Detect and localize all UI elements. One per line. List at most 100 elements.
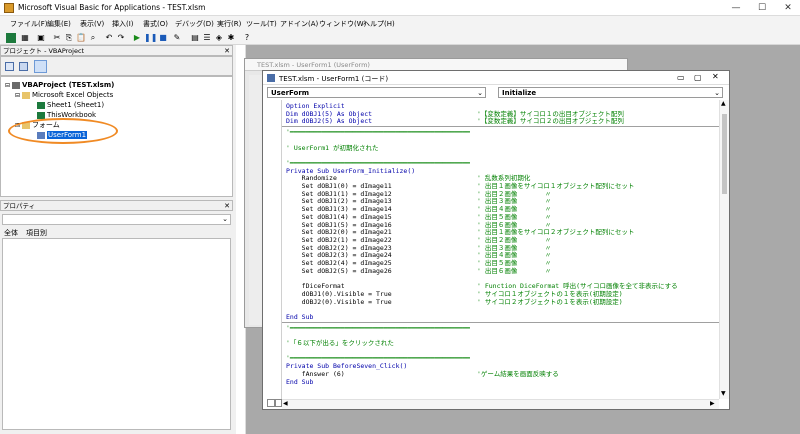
- menu-format[interactable]: 書式(O): [143, 19, 168, 29]
- project-explorer-icon[interactable]: ▤: [190, 33, 200, 43]
- copy-icon[interactable]: ⎘: [64, 33, 74, 43]
- code-line[interactable]: End Sub: [286, 378, 313, 386]
- properties-panel-header: プロパティ ✕: [0, 200, 233, 211]
- minimize-button[interactable]: —: [724, 0, 748, 16]
- userform-window-title: TEST.xlsm - UserForm1 (UserForm): [257, 61, 370, 69]
- cut-icon[interactable]: ✂: [52, 33, 62, 43]
- procedure-separator: [282, 126, 719, 128]
- menu-debug[interactable]: デバッグ(D): [175, 19, 214, 29]
- close-icon[interactable]: ✕: [712, 72, 719, 81]
- scroll-thumb[interactable]: [722, 114, 727, 194]
- code-line[interactable]: dOBJ2(0).Visible = True: [286, 298, 392, 306]
- menu-help[interactable]: ヘルプ(H): [363, 19, 395, 29]
- view-code-icon[interactable]: [5, 62, 14, 71]
- menu-tools[interactable]: ツール(T): [246, 19, 277, 29]
- menu-edit[interactable]: 編集(E): [47, 19, 71, 29]
- horizontal-scrollbar[interactable]: ◀ ▶: [282, 399, 719, 409]
- properties-panel-title: プロパティ: [3, 202, 36, 210]
- break-icon[interactable]: ❚❚: [144, 33, 157, 43]
- scroll-up-icon[interactable]: ▲: [721, 100, 726, 107]
- redo-icon[interactable]: ↷: [116, 33, 126, 43]
- code-comment: 'ゲーム結果を画面反映する: [477, 369, 559, 378]
- scroll-left-icon[interactable]: ◀: [283, 400, 288, 407]
- tree-item-vbaproject[interactable]: ⊟ VBAProject (TEST.xlsm): [5, 80, 114, 90]
- window-title: Microsoft Visual Basic for Applications …: [18, 3, 206, 12]
- toolbox-icon[interactable]: ✱: [226, 33, 236, 43]
- menu-file[interactable]: ファイル(F): [10, 19, 48, 29]
- help-icon[interactable]: ?: [242, 33, 252, 43]
- undo-icon[interactable]: ↶: [104, 33, 114, 43]
- procedure-separator: [282, 321, 719, 323]
- properties-panel: プロパティ ✕ ⌄ 全体 項目別: [0, 200, 233, 434]
- code-comment: ' 出目６画像 〃: [477, 266, 552, 275]
- code-line[interactable]: Dim dOBJ2(5) As Object: [286, 117, 372, 125]
- code-window-title: TEST.xlsm - UserForm1 (コード): [279, 75, 389, 83]
- excel-view-icon[interactable]: [6, 33, 16, 43]
- code-editor[interactable]: Option Explicit Dim dOBJ1(5) As Object '【変…: [282, 100, 719, 399]
- procedure-view-icon[interactable]: [267, 399, 275, 407]
- chevron-down-icon: ⌄: [222, 215, 228, 223]
- title-bar: Microsoft Visual Basic for Applications …: [0, 0, 800, 16]
- standard-toolbar: ▦ ▣ ✂ ⎘ 📋 ⌕ ↶ ↷ ▶ ❚❚ ■ ✎ ▤ ☰ ◈ ✱ ?: [0, 31, 800, 45]
- object-select[interactable]: ⌄: [2, 214, 231, 225]
- insert-userform-icon[interactable]: ▦: [20, 33, 30, 43]
- menu-run[interactable]: 実行(R): [217, 19, 241, 29]
- code-text: End Sub: [286, 312, 314, 321]
- maximize-button[interactable]: ☐: [750, 0, 774, 16]
- code-text: Set dOBJ2(5) = dImage26: [286, 266, 392, 275]
- code-line[interactable]: '「６以下が出る」をクリックされた: [286, 339, 394, 347]
- find-icon[interactable]: ⌕: [88, 33, 98, 43]
- code-text: '━━━━━━━━━━━━━━━━━━━━━━━━━━━━━━━━━━━━━━━…: [286, 323, 470, 332]
- properties-grid[interactable]: [2, 238, 231, 430]
- full-module-view-icon[interactable]: [275, 399, 282, 407]
- vertical-scrollbar[interactable]: ▲ ▼: [719, 100, 729, 399]
- procedure-combo[interactable]: Initialize ⌄: [498, 87, 723, 98]
- tree-item-excel-objects[interactable]: ⊟ Microsoft Excel Objects: [15, 90, 113, 100]
- chevron-down-icon: ⌄: [477, 89, 483, 97]
- toggle-folders-icon[interactable]: [34, 60, 47, 73]
- code-line[interactable]: '━━━━━━━━━━━━━━━━━━━━━━━━━━━━━━━━━━━━━━━…: [286, 324, 470, 332]
- project-panel-header: プロジェクト - VBAProject ✕: [0, 45, 233, 56]
- code-window[interactable]: TEST.xlsm - UserForm1 (コード) ▭ ▢ ✕ UserFo…: [262, 70, 730, 410]
- design-mode-icon[interactable]: ✎: [172, 33, 182, 43]
- highlight-annotation: [8, 118, 118, 144]
- view-object-icon[interactable]: [19, 62, 28, 71]
- code-line[interactable]: Set dOBJ2(5) = dImage26: [286, 267, 392, 275]
- code-text: End Sub: [286, 377, 314, 386]
- object-combo[interactable]: UserForm ⌄: [267, 87, 486, 98]
- paste-icon[interactable]: 📋: [76, 33, 86, 43]
- run-icon[interactable]: ▶: [132, 33, 142, 43]
- tree-item-sheet1[interactable]: Sheet1 (Sheet1): [37, 100, 104, 110]
- close-icon[interactable]: ✕: [224, 201, 230, 211]
- close-icon[interactable]: ✕: [224, 46, 230, 56]
- code-line[interactable]: End Sub: [286, 313, 313, 321]
- code-line[interactable]: ' UserForm1 が初期化された: [286, 144, 378, 152]
- code-text: ' UserForm1 が初期化された: [286, 143, 379, 152]
- tab-all[interactable]: 全体: [4, 228, 18, 238]
- object-browser-icon[interactable]: ◈: [214, 33, 224, 43]
- menu-addins[interactable]: アドイン(A): [280, 19, 318, 29]
- tab-category[interactable]: 項目別: [26, 228, 47, 238]
- workbook-icon: [37, 111, 45, 119]
- code-text: '「６以下が出る」をクリックされた: [286, 339, 394, 347]
- code-text: Dim dOBJ2(5) As Object: [286, 117, 373, 126]
- restore-icon[interactable]: ▢: [694, 73, 702, 82]
- close-button[interactable]: ✕: [776, 0, 800, 16]
- menu-view[interactable]: 表示(V): [80, 19, 104, 29]
- scroll-down-icon[interactable]: ▼: [721, 390, 726, 397]
- reset-icon[interactable]: ■: [158, 33, 168, 43]
- code-comment: '【変数定義】サイコロ２の出目オブジェクト配列: [477, 117, 624, 126]
- code-line[interactable]: '━━━━━━━━━━━━━━━━━━━━━━━━━━━━━━━━━━━━━━━…: [286, 128, 470, 136]
- menu-insert[interactable]: 挿入(I): [112, 19, 134, 29]
- code-comment: ' サイコロ２オブジェクトの１を表示(初期設定): [477, 297, 623, 306]
- vba-project-icon: [11, 81, 20, 89]
- properties-window-icon[interactable]: ☰: [202, 33, 212, 43]
- sheet-icon: [37, 101, 45, 109]
- project-panel-title: プロジェクト - VBAProject: [3, 47, 85, 55]
- menu-window[interactable]: ウィンドウ(W): [319, 19, 366, 29]
- code-text: '━━━━━━━━━━━━━━━━━━━━━━━━━━━━━━━━━━━━━━━…: [286, 128, 470, 137]
- scroll-right-icon[interactable]: ▶: [710, 400, 715, 407]
- vba-app-icon: [4, 3, 14, 13]
- save-icon[interactable]: ▣: [36, 33, 46, 43]
- minimize-icon[interactable]: ▭: [677, 73, 685, 82]
